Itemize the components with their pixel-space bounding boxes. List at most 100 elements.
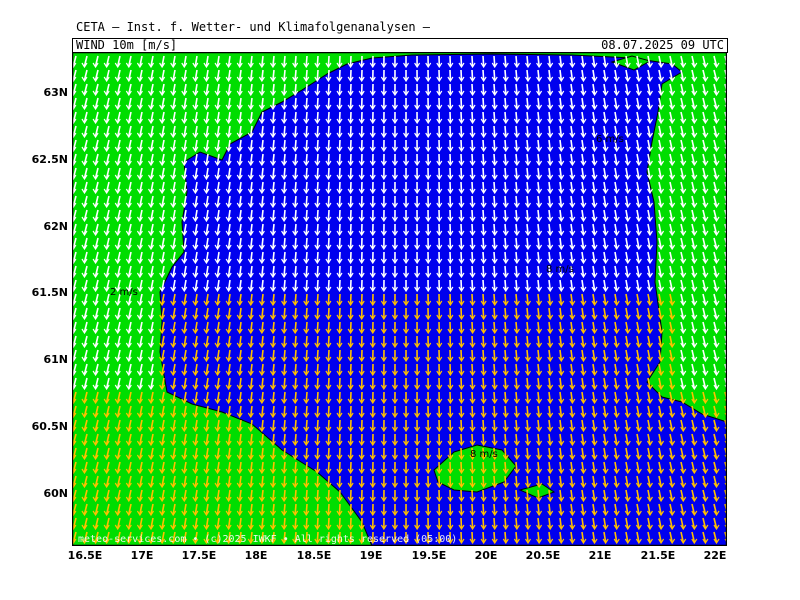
wind-vector [283, 223, 286, 235]
wind-vector [526, 433, 529, 445]
wind-vector [316, 195, 319, 207]
wind-vector [526, 321, 529, 333]
wind-vector [471, 405, 474, 417]
wind-vector [526, 503, 529, 515]
wind-vector [294, 391, 297, 403]
wind-vector [327, 265, 330, 277]
wind-vector [471, 209, 474, 221]
wind-vector [283, 377, 286, 389]
wind-vector [515, 251, 518, 263]
wind-vector [504, 335, 507, 347]
wind-vector [305, 419, 308, 431]
wind-vector [504, 223, 507, 235]
wind-vector [305, 349, 308, 361]
wind-vector [327, 237, 330, 249]
wind-vector [482, 391, 485, 403]
wind-vector [504, 531, 507, 543]
wind-vector [471, 83, 474, 95]
wind-vector [504, 195, 507, 207]
wind-vector [493, 279, 496, 291]
wind-vector [316, 461, 319, 473]
wind-vector [316, 55, 319, 67]
wind-vector [316, 419, 319, 431]
wind-vector [471, 391, 474, 403]
wind-vector [526, 167, 529, 179]
wind-vector [327, 139, 330, 151]
wind-vector [482, 69, 485, 81]
wind-vector [515, 223, 518, 235]
wind-vector [316, 279, 319, 291]
wind-vector [305, 475, 308, 487]
wind-vector [283, 419, 286, 431]
wind-vector [294, 139, 297, 151]
wind-vector [294, 335, 297, 347]
wind-vector [504, 83, 507, 95]
wind-vector [294, 489, 297, 501]
wind-vector [471, 223, 474, 235]
wind-vector [294, 279, 297, 291]
wind-vector [305, 293, 308, 305]
wind-vector [283, 503, 286, 515]
wind-vector [504, 139, 507, 151]
lon-label: 19.5E [411, 549, 447, 562]
wind-vector [283, 55, 286, 67]
wind-vector [504, 125, 507, 137]
wind-vector [327, 489, 330, 501]
wind-vector [305, 433, 308, 445]
wind-vector [471, 55, 474, 67]
wind-vector [526, 195, 529, 207]
wind-vector [283, 209, 286, 221]
wind-vector [327, 307, 330, 319]
wind-vector [294, 419, 297, 431]
wind-vector [526, 391, 529, 403]
lon-label: 20E [474, 549, 498, 562]
wind-vector [504, 475, 507, 487]
wind-vector [283, 335, 286, 347]
wind-vector [504, 153, 507, 165]
wind-vector [493, 223, 496, 235]
wind-vector [526, 55, 529, 67]
wind-vector [294, 433, 297, 445]
wind-vector [515, 125, 518, 137]
wind-vector [327, 111, 330, 123]
wind-vector [294, 517, 297, 529]
wind-vector [526, 125, 529, 137]
wind-vector [504, 461, 507, 473]
wind-vector [482, 349, 485, 361]
wind-vector [471, 419, 474, 431]
wind-vector [305, 321, 308, 333]
wind-vector [526, 83, 529, 95]
wind-vector [504, 181, 507, 193]
wind-vector [471, 139, 474, 151]
wind-vector [471, 125, 474, 137]
wind-vector [305, 265, 308, 277]
wind-vector [471, 195, 474, 207]
wind-vector [305, 167, 308, 179]
wind-vector [316, 223, 319, 235]
wind-vector [515, 307, 518, 319]
wind-vector [283, 349, 286, 361]
wind-vector [305, 55, 308, 67]
wind-vector [316, 97, 319, 109]
wind-vector [515, 531, 518, 543]
wind-vector [526, 153, 529, 165]
wind-vector [493, 433, 496, 445]
lon-label: 21E [588, 549, 612, 562]
wind-vector [493, 349, 496, 361]
wind-vector [515, 349, 518, 361]
wind-vector [327, 503, 330, 515]
wind-vector [504, 55, 507, 67]
wind-vector [493, 237, 496, 249]
wind-vector [294, 167, 297, 179]
wind-vector [493, 419, 496, 431]
wind-vector [482, 223, 485, 235]
wind-vector [515, 489, 518, 501]
wind-vector [471, 69, 474, 81]
wind-vector [305, 517, 308, 529]
wind-vector [504, 97, 507, 109]
wind-vector [327, 181, 330, 193]
wind-vector [515, 83, 518, 95]
wind-vector [515, 265, 518, 277]
wind-vector [504, 503, 507, 515]
lon-label: 17.5E [181, 549, 217, 562]
